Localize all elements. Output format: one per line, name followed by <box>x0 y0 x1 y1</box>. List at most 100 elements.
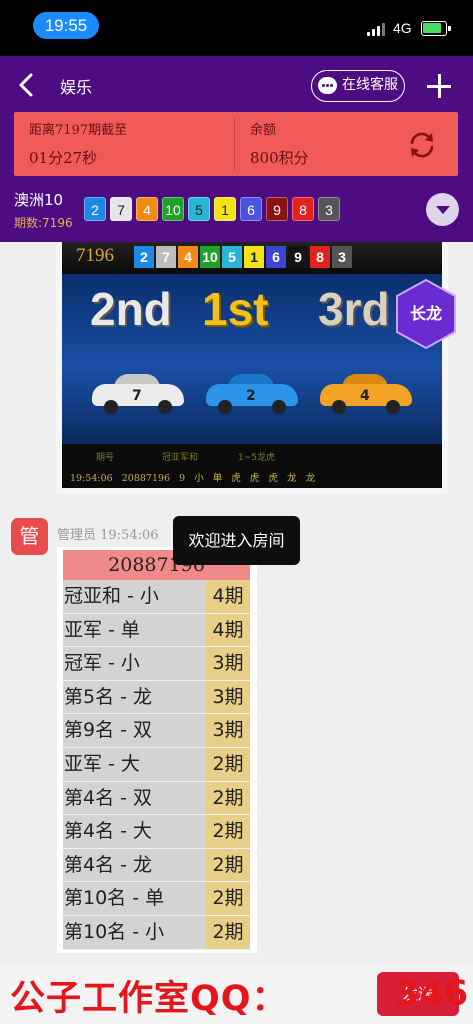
row-value: 2期 <box>206 848 250 882</box>
balance-label: 余额 <box>250 123 277 138</box>
col-period: 期号 <box>96 453 115 463</box>
car-3rd-number: 4 <box>360 388 370 404</box>
banner-result-ball: 4 <box>178 246 198 268</box>
row-label: 冠军 - 小 <box>63 647 206 680</box>
row-value: 3期 <box>206 714 250 747</box>
result-ball: 9 <box>266 197 288 221</box>
row-label: 第9名 - 双 <box>63 714 206 747</box>
dropdown-icon[interactable] <box>426 193 459 226</box>
row-value: 4期 <box>206 580 250 613</box>
table-row: 第10名 - 单 2期 <box>63 882 250 916</box>
back-icon[interactable] <box>14 70 40 100</box>
streak-table: 冠亚和 - 小 4期 亚军 - 单 4期 冠军 - 小 3期 第5名 - 龙 3期 第9名 - … <box>63 580 250 950</box>
bottom-input-bar: 公子工作室QQ： 发送 346 <box>0 964 473 1024</box>
result-ball: 2 <box>84 197 106 221</box>
period-label: 期数:7196 <box>14 216 73 230</box>
table-row: 第9名 - 双 3期 <box>63 714 250 748</box>
rank-2nd: 2nd <box>90 283 172 335</box>
row-value: 3期 <box>206 647 250 680</box>
result-ball: 3 <box>318 197 340 221</box>
banner-result-ball: 5 <box>222 246 242 268</box>
rank-1st: 1st <box>202 283 269 335</box>
network-type: 4G <box>393 20 412 36</box>
game-name: 澳洲10 <box>14 191 64 209</box>
status-time: 19:55 <box>33 12 99 39</box>
table-row: 亚军 - 单 4期 <box>63 613 250 648</box>
watermark-digits: 346 <box>395 974 469 1014</box>
long-dragon-badge[interactable] <box>394 278 458 350</box>
message-sender: 管理员 19:54:06 <box>57 528 159 543</box>
page-title: 娱乐 <box>60 78 93 97</box>
avatar[interactable]: 管 <box>11 518 48 555</box>
row-value: 2期 <box>206 882 250 915</box>
result-ball: 8 <box>292 197 314 221</box>
table-row: 第5名 - 龙 3期 <box>63 680 250 715</box>
balance-value: 800积分 <box>250 149 309 167</box>
result-ball: 10 <box>162 197 184 221</box>
result-ball: 6 <box>240 197 262 221</box>
row-label: 第4名 - 大 <box>63 815 206 848</box>
row-label: 第4名 - 龙 <box>63 848 206 882</box>
table-row: 第4名 - 龙 2期 <box>63 848 250 883</box>
battery-icon <box>421 21 451 36</box>
chat-icon <box>318 77 337 94</box>
table-row: 冠亚和 - 小 4期 <box>63 580 250 614</box>
car-2nd: 7 <box>92 374 184 414</box>
row-label: 第10名 - 小 <box>63 915 206 949</box>
row-value: 2期 <box>206 747 250 781</box>
banner-result-ball: 1 <box>244 246 264 268</box>
table-row: 亚军 - 大 2期 <box>63 747 250 782</box>
plus-icon[interactable] <box>427 74 451 98</box>
row-label: 亚军 - 大 <box>63 747 206 781</box>
banner-result-ball: 3 <box>332 246 352 268</box>
race-podium: 2nd 1st 3rd 7 2 4 <box>62 274 442 444</box>
row-label: 亚军 - 单 <box>63 613 206 647</box>
car-2nd-number: 7 <box>132 388 142 404</box>
row-value: 4期 <box>206 613 250 647</box>
refresh-icon[interactable] <box>407 130 437 160</box>
countdown-label: 距离7197期截至 <box>29 123 128 138</box>
banner-result-ball: 6 <box>266 246 286 268</box>
countdown-value: 01分27秒 <box>29 149 98 167</box>
banner-result-balls: 2 7 4 10 5 1 6 9 8 3 <box>134 246 352 268</box>
result-ball: 4 <box>136 197 158 221</box>
result-ball: 1 <box>214 197 236 221</box>
row-value: 2期 <box>206 781 250 815</box>
app-header: 娱乐 在线客服 距离7197期截至 01分27秒 余额 800积分 澳洲10 期… <box>0 56 473 242</box>
banner-period: 7196 <box>76 245 114 266</box>
banner-result-ball: 9 <box>288 246 308 268</box>
online-service-button[interactable]: 在线客服 <box>311 70 405 102</box>
row-label: 第10名 - 单 <box>63 882 206 915</box>
send-button[interactable]: 发送 346 <box>377 972 468 1016</box>
latest-result-balls: 2 7 4 10 5 1 6 9 8 3 <box>84 197 340 221</box>
result-ball: 5 <box>188 197 210 221</box>
col-sum: 冠亚军和 <box>162 453 199 463</box>
table-row: 冠军 - 小 3期 <box>63 647 250 681</box>
car-1st-number: 2 <box>246 388 256 404</box>
status-bar: 19:55 4G <box>0 0 473 56</box>
col-dragon: 1~5龙虎 <box>238 453 275 463</box>
car-3rd: 4 <box>320 374 412 414</box>
banner-result-table: 期号 冠亚军和 1~5龙虎 19:54:06 20887196 9 小 单 虎 … <box>62 444 442 488</box>
game-banner[interactable]: 7196 2 7 4 10 5 1 6 9 8 3 2nd 1st 3rd 7 2 4 <box>56 242 448 494</box>
info-divider <box>234 118 235 170</box>
online-service-label: 在线客服 <box>342 77 398 93</box>
race-screen: 7196 2 7 4 10 5 1 6 9 8 3 2nd 1st 3rd 7 2 4 <box>62 242 442 488</box>
table-row: 第4名 - 大 2期 <box>63 815 250 849</box>
table-row: 第4名 - 双 2期 <box>63 781 250 816</box>
toast: 欢迎进入房间 <box>173 516 300 565</box>
car-1st: 2 <box>206 374 298 414</box>
signal-icon <box>367 22 387 36</box>
watermark-text: 公子工作室QQ： <box>10 979 288 1019</box>
banner-result-ball: 10 <box>200 246 220 268</box>
message-bubble: 20887196 冠亚和 - 小 4期 亚军 - 单 4期 冠军 - 小 3期 第5名 - … <box>57 547 257 953</box>
row-label: 冠亚和 - 小 <box>63 580 206 613</box>
result-ball: 7 <box>110 197 132 221</box>
row-label: 第5名 - 龙 <box>63 680 206 714</box>
banner-result-ball: 2 <box>134 246 154 268</box>
info-card: 距离7197期截至 01分27秒 余额 800积分 <box>14 112 458 176</box>
banner-result-row: 19:54:06 20887196 9 小 单 虎 虎 虎 龙 龙 <box>70 473 316 484</box>
banner-result-strip: 7196 2 7 4 10 5 1 6 9 8 3 <box>62 242 442 274</box>
banner-result-ball: 7 <box>156 246 176 268</box>
row-value: 2期 <box>206 815 250 848</box>
